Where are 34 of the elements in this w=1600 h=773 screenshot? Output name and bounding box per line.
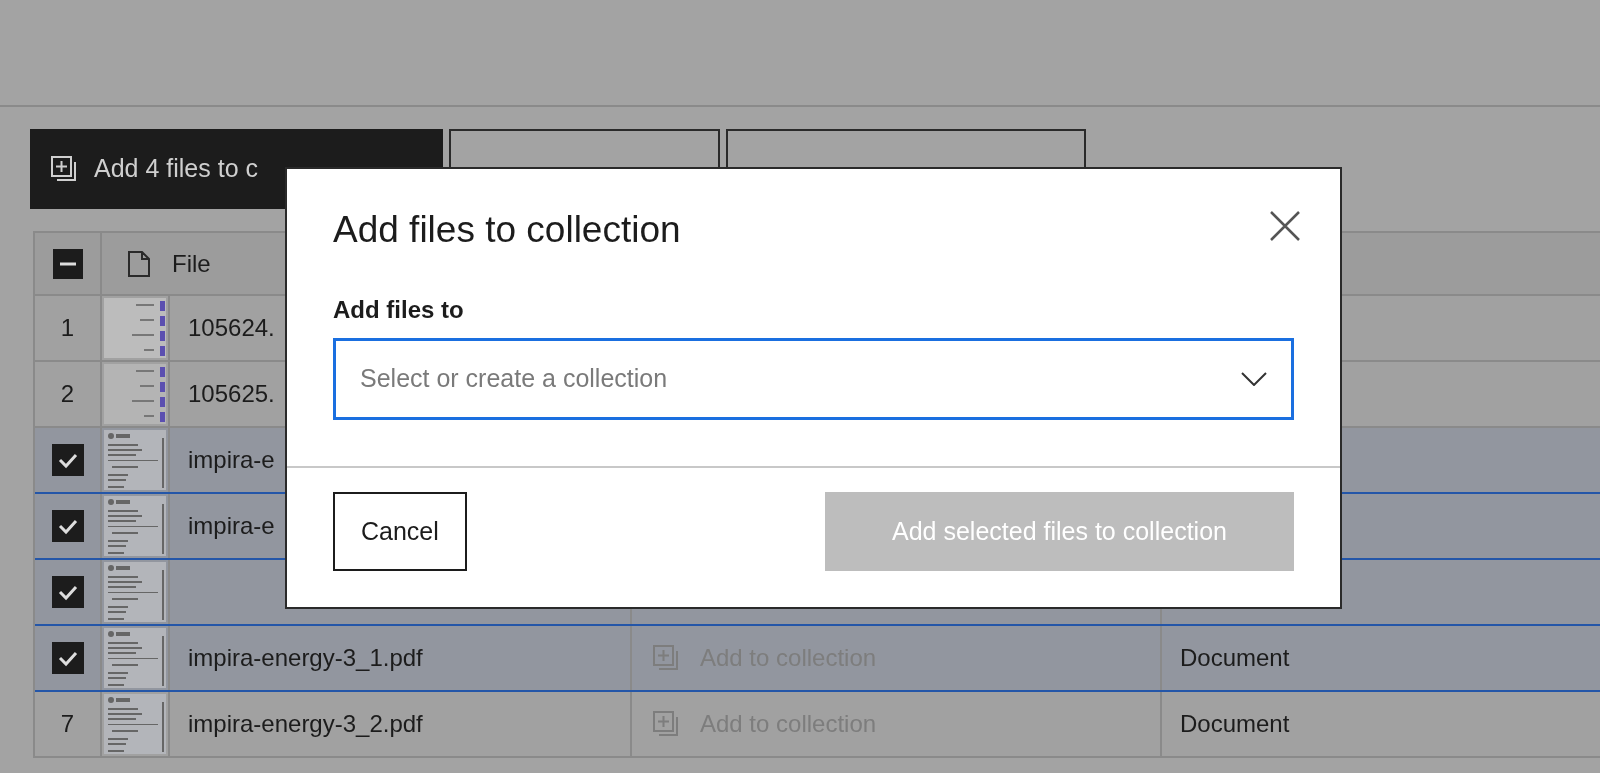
field-label: Add files to <box>332 295 465 325</box>
file-name: impira-e <box>188 445 275 475</box>
file-name: 105624. <box>188 313 275 343</box>
file-icon <box>128 250 150 277</box>
row-checkbox[interactable] <box>51 510 84 542</box>
column-header: File <box>172 248 211 279</box>
row-number: 2 <box>60 379 75 409</box>
row-checkbox[interactable] <box>51 576 84 608</box>
file-name: 105625. <box>188 379 275 409</box>
document-thumbnail <box>104 562 166 622</box>
document-thumbnail <box>104 628 166 688</box>
file-name: impira-e <box>188 511 275 541</box>
add-collection-icon <box>652 710 680 738</box>
file-type: Document <box>1180 643 1290 673</box>
collection-select[interactable]: Select or create a collection <box>333 338 1294 420</box>
file-name: impira-energy-3_2.pdf <box>188 709 423 739</box>
document-thumbnail <box>104 694 166 754</box>
row-number: 7 <box>60 709 75 739</box>
row-number: 1 <box>60 313 75 343</box>
dialog-title: Add files to collection <box>333 211 681 248</box>
file-type: Document <box>1180 709 1290 739</box>
add-collection-icon <box>50 155 78 183</box>
row-checkbox[interactable] <box>51 642 84 674</box>
chart-thumbnail <box>104 364 166 424</box>
row-checkbox[interactable] <box>51 444 84 476</box>
add-collection-icon <box>652 644 680 672</box>
chart-thumbnail <box>104 298 166 358</box>
select-all-checkbox[interactable] <box>52 248 83 279</box>
chevron-down-icon <box>1241 372 1267 386</box>
close-icon[interactable] <box>1268 209 1302 243</box>
file-name: impira-energy-3_1.pdf <box>188 643 423 673</box>
cancel-button[interactable]: Cancel <box>333 492 467 571</box>
document-thumbnail <box>104 430 166 490</box>
document-thumbnail <box>104 496 166 556</box>
